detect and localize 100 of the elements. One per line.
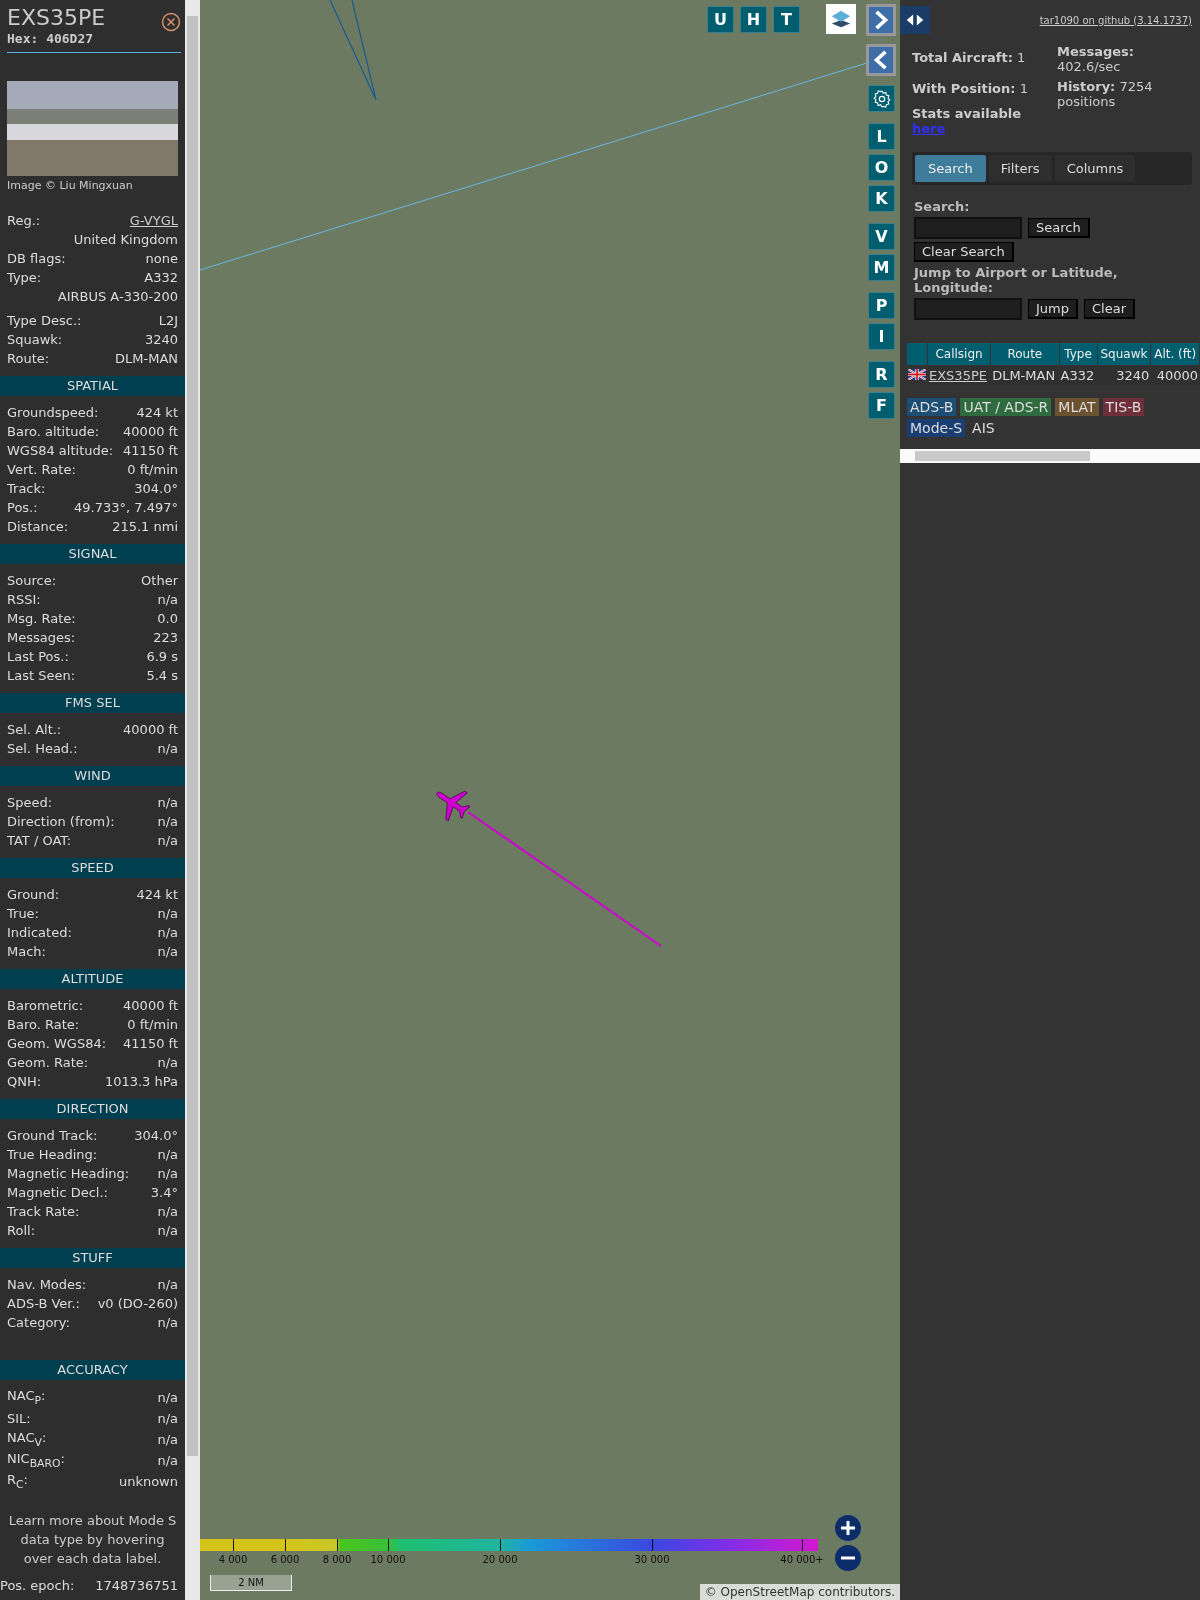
callsign-link[interactable]: EXS35PE — [929, 368, 987, 383]
field-value: 40000 ft — [123, 998, 178, 1013]
field-value: United Kingdom — [73, 232, 178, 247]
field-value: n/a — [157, 925, 178, 940]
field-label: Baro. altitude: — [7, 424, 100, 439]
github-link[interactable]: tar1090 on github (3.14.1737) — [1039, 14, 1192, 26]
toggle-sidebar-button[interactable] — [900, 6, 930, 34]
jump-label: Jump to Airport or Latitude, Longitude: — [914, 265, 1119, 295]
field-value: 0.0 — [157, 611, 178, 626]
scale-tick-label: 4 000 — [218, 1554, 248, 1565]
field-value: 3240 — [144, 332, 178, 347]
photo-credit: Image © Liu Mingxuan — [7, 179, 134, 192]
location-field[interactable] — [914, 298, 1022, 320]
field-value: 424 kt — [136, 887, 178, 902]
map-toggle-button[interactable]: P — [868, 292, 895, 319]
clear-search-button[interactable]: Clear Search — [914, 242, 1014, 262]
layers-button[interactable] — [826, 4, 856, 34]
field-value: DLM-MAN — [115, 351, 178, 366]
column-header[interactable]: Callsign — [928, 343, 991, 365]
section-header: ALTITUDE — [0, 969, 185, 989]
column-header[interactable]: Alt. (ft) — [1151, 343, 1199, 365]
map-toggle-button[interactable]: V — [868, 223, 895, 250]
clear-button[interactable]: Clear — [1084, 299, 1135, 319]
map-toggle-button[interactable]: T — [773, 6, 800, 33]
map-toggle-button[interactable]: U — [707, 6, 734, 33]
close-icon[interactable] — [161, 12, 181, 32]
tab[interactable]: Filters — [988, 155, 1052, 182]
map-toggle-button[interactable]: O — [868, 154, 895, 181]
source-tag: MLAT — [1055, 398, 1099, 416]
field-value: 1013.3 hPa — [104, 1074, 178, 1089]
field-label: Ground: — [7, 887, 60, 902]
field-value: v0 (DO-260) — [97, 1296, 178, 1311]
section-header: STUFF — [0, 1248, 185, 1268]
search-button[interactable]: Search — [1028, 218, 1090, 238]
settings-button[interactable] — [868, 85, 895, 112]
zoom-in-button[interactable] — [835, 1515, 861, 1541]
map-toggle-button[interactable]: F — [868, 392, 895, 419]
jump-button[interactable]: Jump — [1028, 299, 1078, 319]
field-value: n/a — [157, 814, 178, 829]
tab[interactable]: Search — [915, 155, 986, 182]
field-label: Squawk: — [7, 332, 63, 347]
column-header[interactable]: Type — [1059, 343, 1097, 365]
map-toggle-button[interactable]: K — [868, 185, 895, 212]
hex-code: Hex: 406D27 — [7, 31, 95, 46]
field-label: Reg.: — [7, 213, 41, 228]
field-label: Direction (from): — [7, 814, 115, 829]
section-header: SPATIAL — [0, 376, 185, 396]
tab[interactable]: Columns — [1054, 155, 1136, 182]
horizontal-scrollbar[interactable] — [900, 449, 1200, 463]
scale-tick-label: 30 000 — [634, 1554, 670, 1565]
field-label: ADS-B Ver.: — [7, 1296, 80, 1311]
map-toggle-button[interactable]: L — [868, 123, 895, 150]
field-value: 5.4 s — [146, 668, 178, 683]
field-label: NIC$_{BARO}$: — [7, 1451, 65, 1470]
map-toggle-button[interactable]: M — [868, 254, 895, 281]
collapse-arrow-button[interactable] — [866, 44, 896, 76]
field-label: R$_{C}$: — [7, 1472, 28, 1491]
scale-tick-label: 8 000 — [322, 1554, 352, 1565]
field-label: DB flags: — [7, 251, 66, 266]
field-value: n/a — [157, 1432, 178, 1447]
registration-link[interactable]: G-VYGL — [129, 213, 178, 228]
field-label: Speed: — [7, 795, 53, 810]
map-toggle-button[interactable]: R — [868, 361, 895, 388]
search-field[interactable] — [914, 217, 1022, 239]
field-value: 40000 ft — [123, 424, 178, 439]
field-value: n/a — [157, 1411, 178, 1426]
field-value: n/a — [157, 1315, 178, 1330]
field-label: TAT / OAT: — [7, 833, 72, 848]
map-scale: 2 NM — [210, 1575, 292, 1591]
field-label: Pos.: — [7, 500, 38, 515]
field-label: WGS84 altitude: — [7, 443, 114, 458]
field-value: n/a — [157, 833, 178, 848]
field-value: L2J — [158, 313, 178, 328]
field-label: Track: — [7, 481, 46, 496]
airplane-icon[interactable] — [436, 790, 471, 822]
vertical-scrollbar[interactable] — [185, 0, 200, 1600]
field-value: none — [145, 251, 178, 266]
source-tag: TIS-B — [1102, 398, 1145, 416]
search-label: Search: — [914, 199, 971, 214]
column-header[interactable]: Squawk — [1097, 343, 1151, 365]
settings-icon — [871, 88, 892, 109]
expand-arrow-button[interactable] — [866, 4, 896, 36]
stat-text: With Position: 1 — [912, 81, 1029, 96]
field-label: Sel. Head.: — [7, 741, 78, 756]
field-label: Last Seen: — [7, 668, 76, 683]
map-toggle-button[interactable]: I — [868, 323, 895, 350]
field-label: Type Desc.: — [7, 313, 82, 328]
field-label: Mach: — [7, 944, 46, 959]
map-toggle-button[interactable]: H — [740, 6, 767, 33]
field-label: Vert. Rate: — [7, 462, 76, 477]
field-value: n/a — [157, 906, 178, 921]
aircraft-callsign: EXS35PE — [7, 5, 106, 31]
zoom-out-button[interactable] — [835, 1545, 861, 1571]
field-label: Groundspeed: — [7, 405, 99, 420]
source-tag: UAT / ADS-R — [960, 398, 1052, 416]
field-label: Baro. Rate: — [7, 1017, 80, 1032]
field-value: n/a — [157, 1453, 178, 1468]
column-header[interactable]: Route — [991, 343, 1059, 365]
field-value: 1748736751 — [95, 1577, 178, 1593]
field-value: 6.9 s — [146, 649, 178, 664]
